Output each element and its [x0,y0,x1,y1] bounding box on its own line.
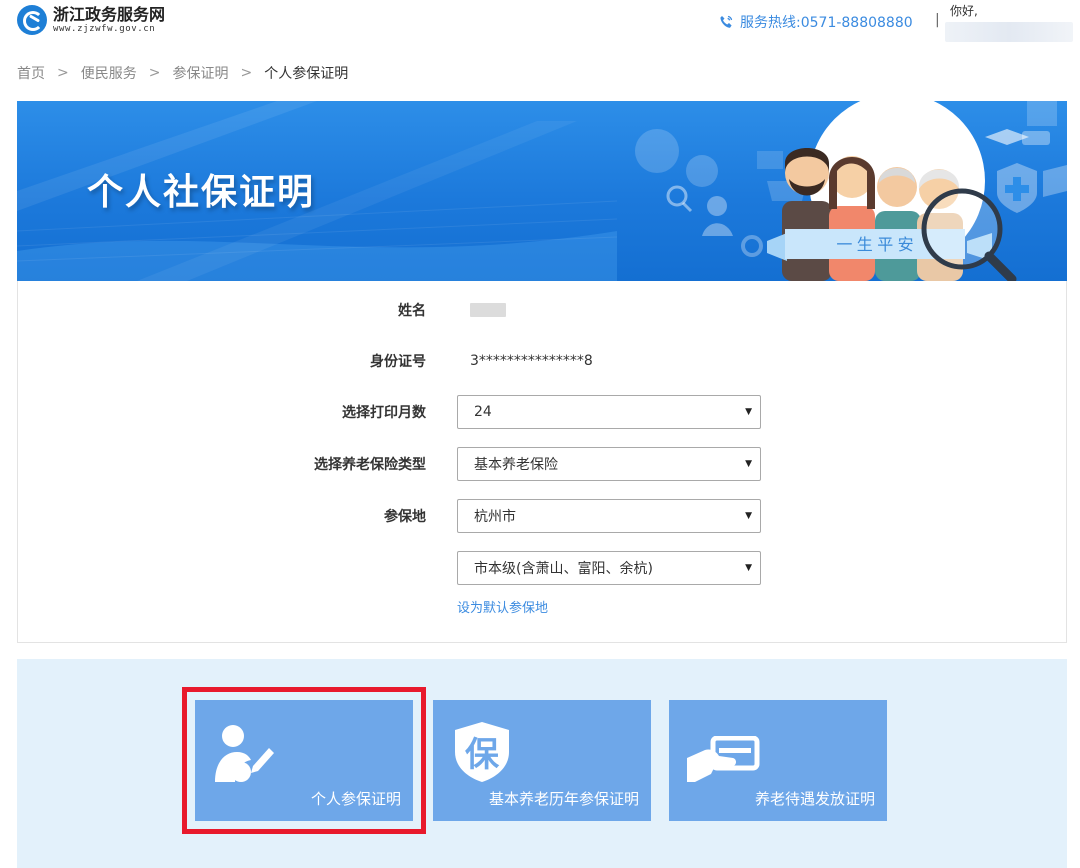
breadcrumb-separator: > [57,65,69,81]
breadcrumb: 首页 > 便民服务 > 参保证明 > 个人参保证明 [17,63,348,83]
chevron-down-icon: ▼ [745,407,752,417]
certificate-options: 个人参保证明 保 基本养老历年参保证明 养老待遇发放证明 [17,659,1067,868]
breadcrumb-certificates[interactable]: 参保证明 [172,63,228,83]
username-redacted[interactable] [945,22,1073,42]
phone-icon [720,15,733,28]
breadcrumb-services[interactable]: 便民服务 [81,63,137,83]
id-row: 身份证号 3***************8 [18,344,1068,378]
card-pension-history-certificate[interactable]: 保 基本养老历年参保证明 [433,700,651,821]
place-label: 参保地 [384,509,426,525]
type-label: 选择养老保险类型 [314,457,426,473]
name-label: 姓名 [398,303,426,319]
district-row: 市本级(含萧山、富阳、余杭) ▼ [18,551,1068,585]
svg-text:保: 保 [465,736,500,774]
person-edit-icon [215,725,274,782]
district-selected-value: 市本级(含萧山、富阳、余杭) [474,561,653,577]
card-label: 养老待遇发放证明 [754,790,875,808]
months-row: 选择打印月数 24 ▼ [18,395,1068,429]
months-selected-value: 24 [474,404,492,420]
city-select[interactable]: 杭州市 ▼ [457,499,761,533]
page-banner: 一 生 平 安 个人社保证明 [17,101,1067,281]
months-label: 选择打印月数 [342,405,426,421]
banner-title: 个人社保证明 [87,172,316,213]
type-row: 选择养老保险类型 基本养老保险 ▼ [18,447,1068,481]
breadcrumb-home[interactable]: 首页 [17,63,45,83]
breadcrumb-separator: > [240,65,253,81]
name-value-redacted [470,303,506,317]
card-label: 个人参保证明 [310,790,401,808]
card-pension-payment-certificate[interactable]: 养老待遇发放证明 [669,700,887,821]
chevron-down-icon: ▼ [745,563,752,573]
shield-bao-icon: 保 [455,722,509,782]
id-value: 3***************8 [470,353,593,369]
greeting-text: 你好, [950,4,978,18]
months-select[interactable]: 24 ▼ [457,395,761,429]
chevron-down-icon: ▼ [745,511,752,521]
service-hotline: 服务热线:0571-88808880 [718,12,913,32]
ribbon-text: 一 生 平 安 [836,236,913,254]
breadcrumb-current: 个人参保证明 [264,66,349,82]
insurance-type-select[interactable]: 基本养老保险 ▼ [457,447,761,481]
id-label: 身份证号 [370,354,426,370]
set-default-place-link[interactable]: 设为默认参保地 [457,597,548,616]
card-personal-certificate[interactable]: 个人参保证明 [182,687,426,834]
city-selected-value: 杭州市 [474,509,516,525]
header-divider: | [935,12,940,28]
card-label: 基本养老历年参保证明 [488,790,639,808]
place-row: 参保地 杭州市 ▼ [18,499,1068,533]
chevron-down-icon: ▼ [745,459,752,469]
hand-card-icon [687,736,760,782]
certificate-form: 姓名 身份证号 3***************8 选择打印月数 24 ▼ 选择… [17,281,1067,643]
logo-icon [17,5,47,35]
breadcrumb-separator: > [148,65,161,81]
type-selected-value: 基本养老保险 [474,457,558,473]
hotline-text: 服务热线:0571-88808880 [740,15,913,31]
page: 浙江政务服务网 www.zjzwfw.gov.cn 服务热线:0571-8880… [0,0,1080,868]
site-logo[interactable]: 浙江政务服务网 www.zjzwfw.gov.cn [17,5,165,35]
logo-title: 浙江政务服务网 [53,4,166,24]
district-select[interactable]: 市本级(含萧山、富阳、余杭) ▼ [457,551,761,585]
logo-url: www.zjzwfw.gov.cn [53,23,156,34]
name-row: 姓名 [18,293,1068,327]
